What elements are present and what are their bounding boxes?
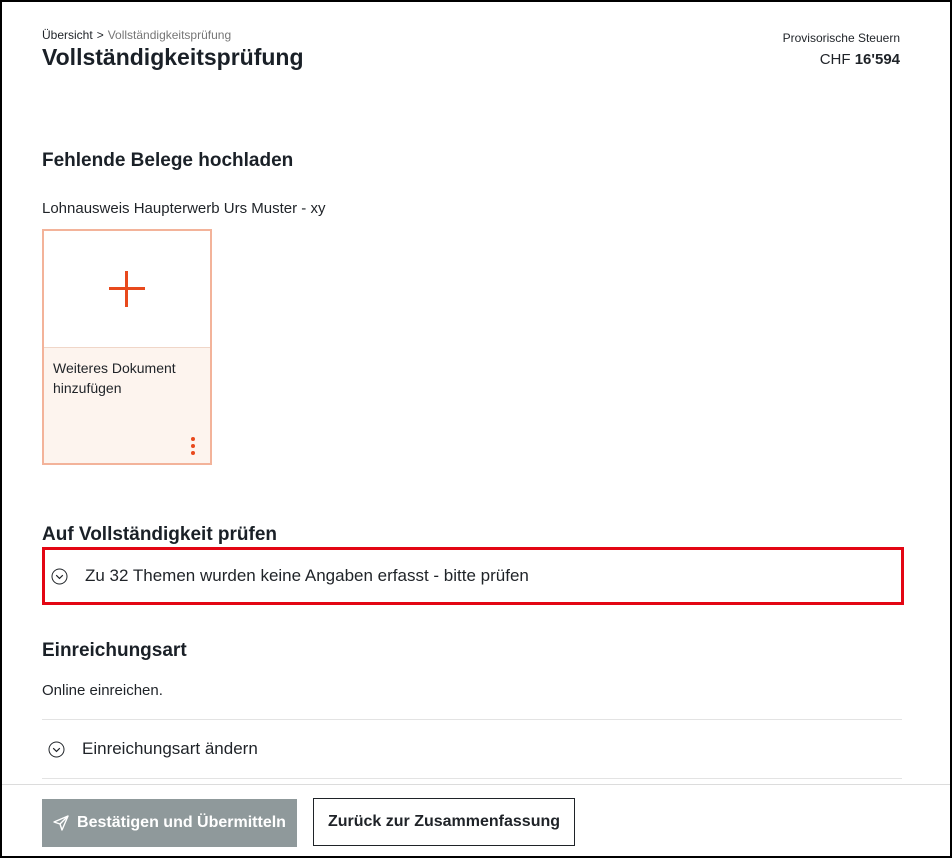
missing-topics-accordion[interactable]: Zu 32 Themen wurden keine Angaben erfass… xyxy=(42,547,904,605)
breadcrumb-link-overview[interactable]: Übersicht xyxy=(42,28,93,42)
chevron-down-icon xyxy=(51,568,68,584)
upload-heading: Fehlende Belege hochladen xyxy=(42,150,294,171)
provisional-tax-box: Provisorische Steuern CHF 16'594 xyxy=(783,31,900,68)
confirm-submit-button[interactable]: Bestätigen und Übermitteln xyxy=(42,799,297,847)
breadcrumb: Übersicht > Vollständigkeitsprüfung xyxy=(42,28,231,42)
missing-topics-label: Zu 32 Themen wurden keine Angaben erfass… xyxy=(85,566,529,585)
breadcrumb-separator: > xyxy=(96,28,104,42)
submission-heading: Einreichungsart xyxy=(42,640,187,661)
provisional-tax-value: CHF 16'594 xyxy=(783,51,900,68)
provisional-tax-label: Provisorische Steuern xyxy=(782,31,900,45)
tax-currency: CHF xyxy=(819,51,851,68)
tax-amount: 16'594 xyxy=(854,51,900,68)
page-title: Vollständigkeitsprüfung xyxy=(42,44,304,70)
add-document-card-top xyxy=(44,231,210,348)
change-submission-accordion[interactable]: Einreichungsart ändern xyxy=(42,720,904,778)
send-icon xyxy=(53,815,69,831)
divider xyxy=(42,778,902,779)
back-to-summary-button[interactable]: Zurück zur Zusammenfassung xyxy=(313,798,575,846)
submission-value: Online einreichen. xyxy=(42,682,163,699)
completeness-heading: Auf Vollständigkeit prüfen xyxy=(42,524,278,545)
plus-icon xyxy=(109,271,145,307)
app-frame: Übersicht > Vollständigkeitsprüfung Vollst… xyxy=(0,0,952,858)
chevron-down-icon xyxy=(48,741,65,757)
change-submission-label: Einreichungsart ändern xyxy=(82,739,258,758)
breadcrumb-current: Vollständigkeitsprüfung xyxy=(107,28,232,42)
confirm-submit-label: Bestätigen und Übermitteln xyxy=(77,814,286,831)
add-document-card[interactable]: Weiteres Dokument hinzufügen xyxy=(42,229,212,465)
more-vertical-icon[interactable] xyxy=(191,437,195,455)
document-label: Lohnausweis Haupterwerb Urs Muster - xy xyxy=(42,200,326,217)
footer-bar: Bestätigen und Übermitteln Zurück zur Zu… xyxy=(2,784,950,856)
add-document-label: Weiteres Dokument hinzufügen xyxy=(53,360,176,396)
